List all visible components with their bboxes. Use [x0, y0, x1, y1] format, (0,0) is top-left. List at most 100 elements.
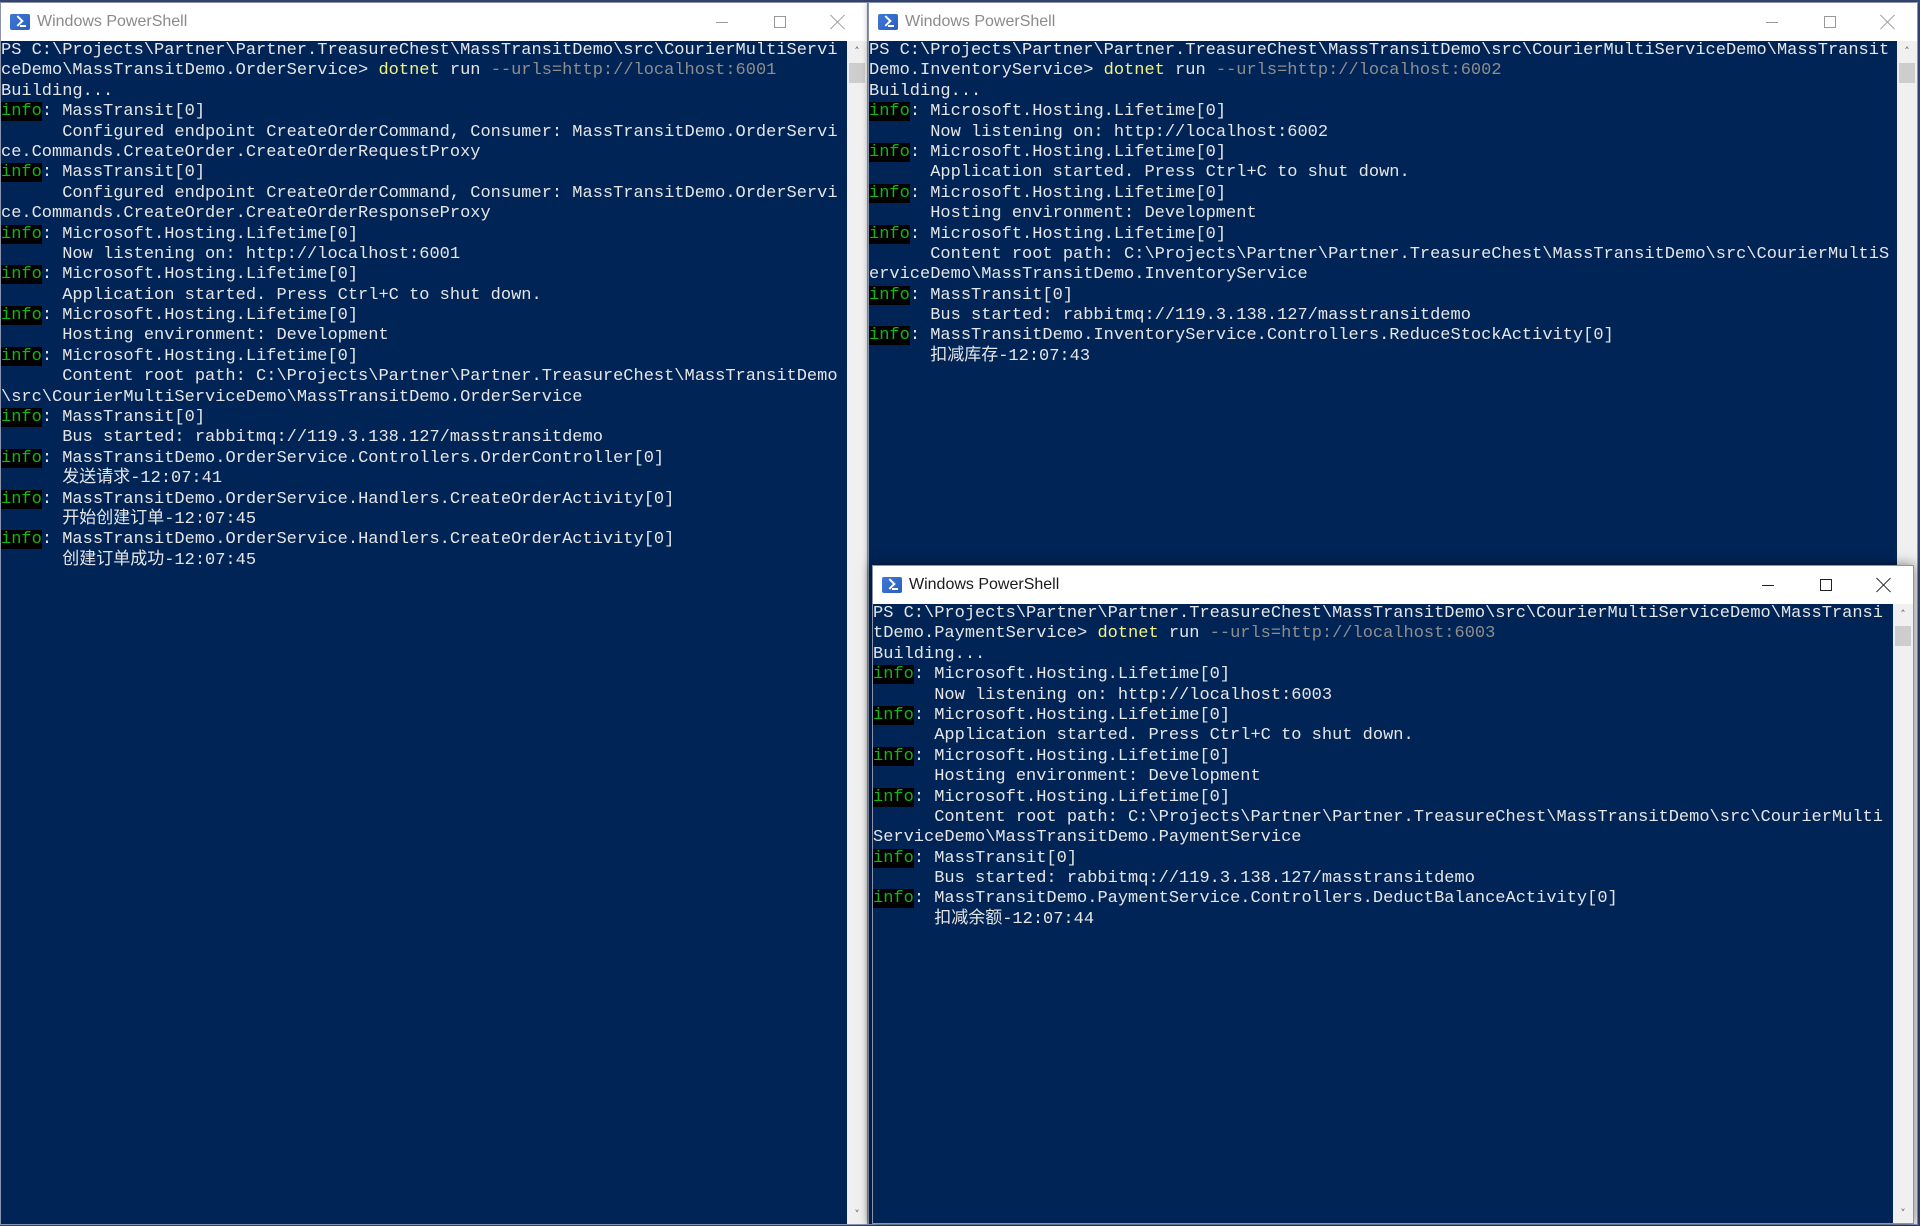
log-level-tag: info — [873, 705, 914, 725]
close-icon — [830, 14, 846, 30]
minimize-icon — [1762, 584, 1774, 586]
console-line: Application started. Press Ctrl+C to shu… — [869, 163, 1897, 183]
scroll-up-button[interactable]: ˄ — [1897, 41, 1917, 61]
scroll-down-button[interactable]: ˅ — [847, 1204, 867, 1224]
console-line: erviceDemo\MassTransitDemo.InventoryServ… — [869, 265, 1897, 285]
scrollbar-thumb[interactable] — [1899, 63, 1915, 83]
title-bar[interactable]: Windows PowerShell — [873, 566, 1913, 604]
log-level-tag: info — [1, 530, 42, 550]
console-output[interactable]: PS C:\Projects\Partner\Partner.TreasureC… — [1, 41, 847, 1224]
powershell-window-payment-service[interactable]: Windows PowerShell PS C:\Projects\Partne… — [872, 565, 1914, 1224]
close-button[interactable] — [809, 3, 867, 41]
maximize-button[interactable] — [1797, 566, 1855, 604]
console-text: Application started. Press Ctrl+C to shu… — [873, 726, 1414, 746]
console-text: Content root path: C:\Projects\Partner\P… — [869, 244, 1890, 264]
console-text: \src\CourierMultiServiceDemo\MassTransit… — [1, 387, 583, 407]
scrollbar-thumb[interactable] — [849, 63, 865, 83]
console-text: Configured endpoint CreateOrderCommand, … — [1, 122, 838, 142]
chevron-up-icon: ˄ — [1900, 607, 1906, 621]
log-level-tag: info — [1, 489, 42, 509]
command-text: dotnet — [1097, 624, 1159, 644]
console-line: 扣减库存-12:07:43 — [869, 347, 1897, 367]
log-level-tag: info — [869, 102, 910, 122]
console-text: 扣减余额-12:07:44 — [873, 909, 1095, 929]
console-line: ServiceDemo\MassTransitDemo.PaymentServi… — [873, 828, 1893, 848]
console-line: info: Microsoft.Hosting.Lifetime[0] — [873, 665, 1893, 685]
chevron-up-icon: ˄ — [854, 44, 860, 58]
console-line: Building... — [869, 82, 1897, 102]
console-text: : Microsoft.Hosting.Lifetime[0] — [909, 224, 1227, 244]
command-text: dotnet — [378, 61, 440, 81]
title-bar[interactable]: Windows PowerShell — [1, 3, 867, 41]
log-level-tag: info — [869, 183, 910, 203]
console-line: 开始创建订单-12:07:45 — [1, 510, 847, 530]
console-line: Bus started: rabbitmq://119.3.138.127/ma… — [1, 428, 847, 448]
console-text: Bus started: rabbitmq://119.3.138.127/ma… — [1, 428, 603, 448]
log-level-tag: info — [869, 224, 910, 244]
console-text: 扣减库存-12:07:43 — [869, 346, 1091, 366]
console-line: PS C:\Projects\Partner\Partner.TreasureC… — [869, 41, 1897, 61]
console-line: Now listening on: http://localhost:6002 — [869, 123, 1897, 143]
console-line: Hosting environment: Development — [873, 767, 1893, 787]
console-line: info: MassTransitDemo.OrderService.Contr… — [1, 448, 847, 469]
maximize-button[interactable] — [751, 3, 809, 41]
console-text: Configured endpoint CreateOrderCommand, … — [1, 183, 838, 203]
chevron-down-icon: ˅ — [1900, 1206, 1906, 1220]
close-button[interactable] — [1859, 3, 1917, 41]
scroll-up-button[interactable]: ˄ — [1893, 604, 1913, 624]
close-icon — [1876, 577, 1892, 593]
console-text: : Microsoft.Hosting.Lifetime[0] — [913, 746, 1231, 766]
console-line: info: MassTransit[0] — [873, 848, 1893, 869]
minimize-button[interactable] — [693, 3, 751, 41]
title-bar[interactable]: Windows PowerShell — [869, 3, 1917, 41]
log-level-tag: info — [1, 408, 42, 428]
console-text: Application started. Press Ctrl+C to shu… — [869, 163, 1410, 183]
console-text: Application started. Press Ctrl+C to shu… — [1, 285, 542, 305]
close-button[interactable] — [1855, 566, 1913, 604]
console-line: info: Microsoft.Hosting.Lifetime[0] — [873, 787, 1893, 808]
console-line: info: Microsoft.Hosting.Lifetime[0] — [869, 183, 1897, 204]
console-line: info: Microsoft.Hosting.Lifetime[0] — [1, 306, 847, 326]
window-title: Windows PowerShell — [905, 13, 1056, 30]
console-text: : Microsoft.Hosting.Lifetime[0] — [913, 665, 1231, 685]
vertical-scrollbar[interactable]: ˄ ˅ — [1893, 604, 1913, 1223]
console-text: run — [1164, 61, 1216, 81]
powershell-window-order-service[interactable]: Windows PowerShell PS C:\Projects\Partne… — [0, 2, 868, 1225]
window-title: Windows PowerShell — [37, 13, 188, 30]
console-text: run — [439, 61, 491, 81]
scrollbar-thumb[interactable] — [1895, 626, 1911, 646]
console-line: Content root path: C:\Projects\Partner\P… — [869, 245, 1897, 265]
scroll-down-button[interactable]: ˅ — [1893, 1203, 1913, 1223]
console-text: Bus started: rabbitmq://119.3.138.127/ma… — [869, 306, 1471, 326]
argument-text: --urls=http://localhost:6002 — [1215, 61, 1502, 81]
minimize-button[interactable] — [1743, 3, 1801, 41]
vertical-scrollbar[interactable]: ˄ ˅ — [847, 41, 867, 1224]
scroll-up-button[interactable]: ˄ — [847, 41, 867, 61]
console-text: : MassTransitDemo.PaymentService.Control… — [913, 889, 1618, 909]
console-text: Building... — [873, 644, 986, 664]
console-text: : MassTransit[0] — [909, 285, 1074, 305]
console-text: : Microsoft.Hosting.Lifetime[0] — [41, 224, 359, 244]
console-text: ceDemo\MassTransitDemo.OrderService> — [1, 61, 379, 81]
console-text: : MassTransit[0] — [41, 408, 206, 428]
console-text: : MassTransit[0] — [41, 163, 206, 183]
console-text: 开始创建订单-12:07:45 — [1, 509, 257, 529]
console-text: PS C:\Projects\Partner\Partner.TreasureC… — [1, 41, 838, 60]
console-text: PS C:\Projects\Partner\Partner.TreasureC… — [873, 604, 1883, 623]
console-line: 发送请求-12:07:41 — [1, 469, 847, 489]
console-text: : Microsoft.Hosting.Lifetime[0] — [41, 306, 359, 326]
maximize-button[interactable] — [1801, 3, 1859, 41]
console-line: Demo.InventoryService> dotnet run --urls… — [869, 61, 1897, 81]
console-line: info: MassTransitDemo.OrderService.Handl… — [1, 530, 847, 550]
console-line: info: MassTransit[0] — [1, 408, 847, 428]
minimize-button[interactable] — [1739, 566, 1797, 604]
console-text: : MassTransit[0] — [913, 848, 1078, 868]
console-output[interactable]: PS C:\Projects\Partner\Partner.TreasureC… — [873, 604, 1893, 1223]
console-text: Hosting environment: Development — [873, 767, 1261, 787]
console-text: tDemo.PaymentService> — [873, 624, 1098, 644]
log-level-tag: info — [1, 224, 42, 244]
console-line: Building... — [873, 645, 1893, 665]
console-line: Bus started: rabbitmq://119.3.138.127/ma… — [869, 306, 1897, 326]
console-text: : Microsoft.Hosting.Lifetime[0] — [909, 142, 1227, 162]
console-text: Building... — [1, 81, 114, 101]
